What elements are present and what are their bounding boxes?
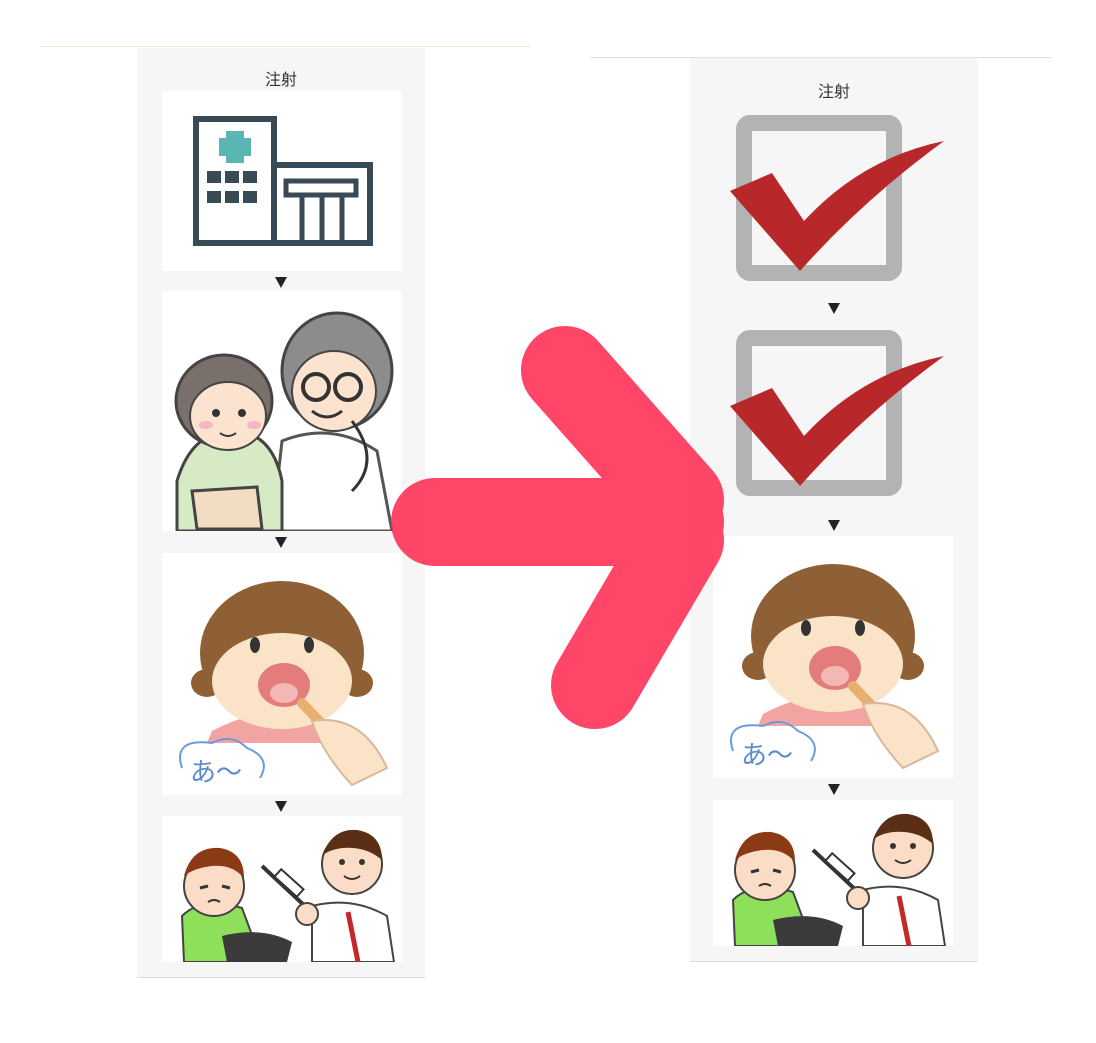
- red-checkmark-icon: [722, 328, 952, 503]
- step-arrow-down-icon: [275, 277, 287, 288]
- doctor-with-child-stethoscope-icon: [162, 291, 402, 531]
- left-top-divider: [40, 46, 530, 47]
- right-arrow-icon: [380, 310, 740, 740]
- injection-boy-doctor-icon: [713, 800, 953, 946]
- right-panel-title: 注射: [817, 82, 850, 101]
- red-checkmark-icon: [722, 113, 952, 293]
- step-arrow-down-icon: [275, 537, 287, 548]
- speech-bubble-text: あ～: [741, 741, 793, 771]
- throat-check-girl-icon: あ～: [162, 553, 402, 795]
- step-arrow-down-icon: [828, 303, 840, 314]
- step-arrow-down-icon: [275, 801, 287, 812]
- hospital-building-icon: [162, 91, 402, 271]
- speech-bubble-text: あ～: [190, 758, 242, 788]
- throat-check-girl-icon: あ～: [713, 536, 953, 778]
- left-panel-title: 注射: [264, 70, 297, 89]
- step-arrow-down-icon: [828, 784, 840, 795]
- injection-boy-doctor-icon: [162, 816, 402, 962]
- step-arrow-down-icon: [828, 520, 840, 531]
